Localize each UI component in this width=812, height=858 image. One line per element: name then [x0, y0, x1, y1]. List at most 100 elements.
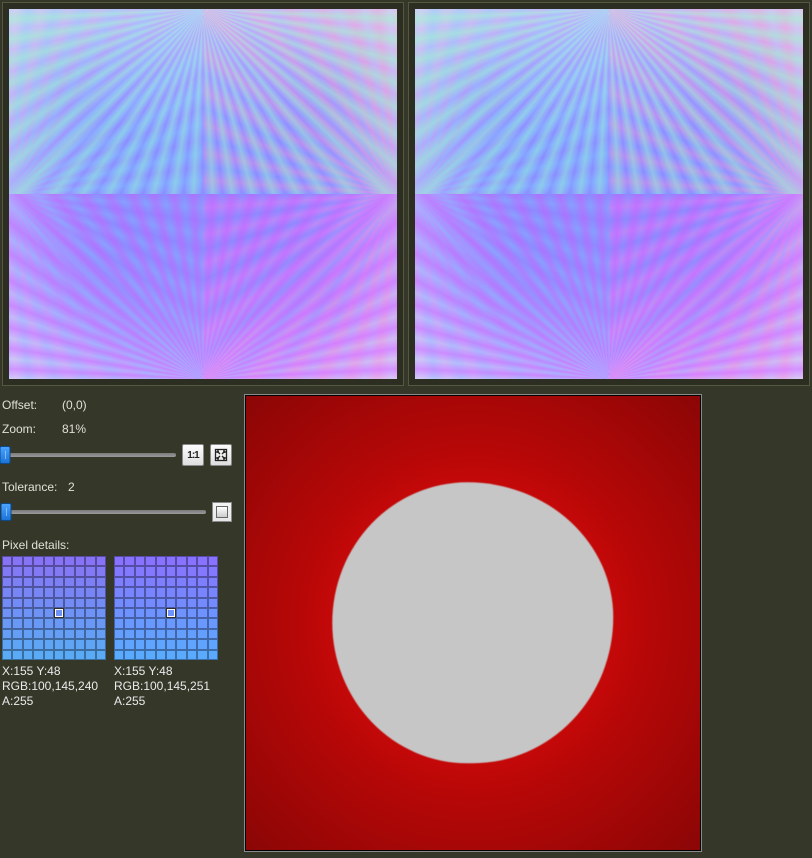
pixel-cell — [2, 598, 12, 608]
diff-image-frame[interactable] — [244, 394, 702, 852]
pixel-cell — [44, 650, 54, 660]
zoom-slider-thumb[interactable] — [0, 446, 11, 464]
pixel-cell — [166, 556, 176, 566]
pixel-cell — [12, 639, 22, 649]
zoom-fit-button[interactable] — [210, 444, 232, 466]
image-panel-right[interactable] — [408, 2, 810, 386]
pixel-cell — [166, 639, 176, 649]
pixel-cell — [176, 577, 186, 587]
pixel-cell — [96, 598, 106, 608]
pixel-cell — [176, 598, 186, 608]
pixel-cell — [54, 650, 64, 660]
pixel-cell — [176, 618, 186, 628]
zoom-slider[interactable] — [2, 453, 176, 457]
pixel-cell — [145, 639, 155, 649]
pixel-cell — [85, 587, 95, 597]
pixel-cell — [187, 629, 197, 639]
pixel-cell — [85, 608, 95, 618]
pixel-cell — [208, 598, 218, 608]
pixel-cell — [166, 618, 176, 628]
pixel-cell — [187, 587, 197, 597]
pixel-cell — [96, 639, 106, 649]
pixel-cell — [75, 629, 85, 639]
pixel-cell — [145, 598, 155, 608]
pixel-details-header: Pixel details: — [2, 538, 232, 552]
pixel-cell — [135, 650, 145, 660]
diff-image — [246, 396, 700, 850]
pixel-cell — [54, 566, 64, 576]
zoom-value: 81% — [62, 422, 86, 436]
tolerance-slider-thumb[interactable] — [1, 503, 12, 521]
pixel-cell — [135, 587, 145, 597]
image-right — [415, 9, 803, 379]
pixel-cell — [166, 587, 176, 597]
pixel-cell — [96, 587, 106, 597]
window-root: Offset: (0,0) Zoom: 81% 1:1 — [0, 0, 812, 858]
pixel-cell — [23, 650, 33, 660]
pixel-grid-right[interactable] — [114, 556, 218, 660]
pixel-cell — [124, 566, 134, 576]
pixel-cell — [54, 587, 64, 597]
pixel-cell — [12, 587, 22, 597]
pixel-grid-left[interactable] — [2, 556, 106, 660]
pixel-cell — [135, 608, 145, 618]
pixel-cell — [85, 639, 95, 649]
pixel-cell — [44, 629, 54, 639]
pixel-cell — [145, 650, 155, 660]
pixel-cell — [197, 629, 207, 639]
pixel-cell — [75, 618, 85, 628]
threshold-swatch-button[interactable] — [212, 502, 232, 522]
pixel-cell — [114, 639, 124, 649]
pixel-cell — [85, 629, 95, 639]
pixel-cell — [208, 587, 218, 597]
pixel-cell — [96, 556, 106, 566]
pixel-cell — [96, 629, 106, 639]
pixel-right-rgb: RGB:100,145,251 — [114, 679, 218, 694]
pixel-right-alpha: A:255 — [114, 694, 218, 709]
tolerance-slider[interactable] — [2, 510, 206, 514]
pixel-cell — [197, 618, 207, 628]
pixel-cell — [145, 618, 155, 628]
pixel-cell — [44, 566, 54, 576]
pixel-cell — [208, 629, 218, 639]
pixel-cell — [135, 618, 145, 628]
pixel-cell — [23, 629, 33, 639]
pixel-cell — [166, 629, 176, 639]
controls-panel: Offset: (0,0) Zoom: 81% 1:1 — [2, 394, 232, 852]
pixel-cell — [96, 650, 106, 660]
pixel-cell — [2, 629, 12, 639]
pixel-cell — [135, 566, 145, 576]
pixel-cell — [33, 608, 43, 618]
pixel-cell — [124, 650, 134, 660]
pixel-cell — [75, 566, 85, 576]
pixel-cell — [54, 598, 64, 608]
pixel-left-rgb: RGB:100,145,240 — [2, 679, 106, 694]
pixel-cell — [2, 618, 12, 628]
pixel-cell — [44, 577, 54, 587]
pixel-cell — [197, 598, 207, 608]
pixel-cell — [124, 608, 134, 618]
pixel-cell — [33, 577, 43, 587]
pixel-cell — [23, 639, 33, 649]
pixel-cell — [114, 587, 124, 597]
pixel-cell — [12, 629, 22, 639]
zoom-label: Zoom: — [2, 422, 62, 436]
zoom-one-to-one-button[interactable]: 1:1 — [182, 444, 204, 466]
pixel-cell — [145, 608, 155, 618]
pixel-cell — [166, 577, 176, 587]
pixel-cell — [2, 608, 12, 618]
pixel-cell — [23, 618, 33, 628]
pixel-cell — [85, 577, 95, 587]
pixel-cell — [166, 566, 176, 576]
one-to-one-icon: 1:1 — [187, 450, 198, 461]
pixel-cell — [197, 608, 207, 618]
pixel-cell — [23, 608, 33, 618]
pixel-cell — [124, 556, 134, 566]
pixel-cell — [64, 639, 74, 649]
pixel-cell — [85, 618, 95, 628]
pixel-cell — [166, 608, 176, 618]
pixel-cell — [54, 608, 64, 618]
image-panel-left[interactable] — [2, 2, 404, 386]
pixel-cell — [2, 566, 12, 576]
pixel-cell — [187, 639, 197, 649]
